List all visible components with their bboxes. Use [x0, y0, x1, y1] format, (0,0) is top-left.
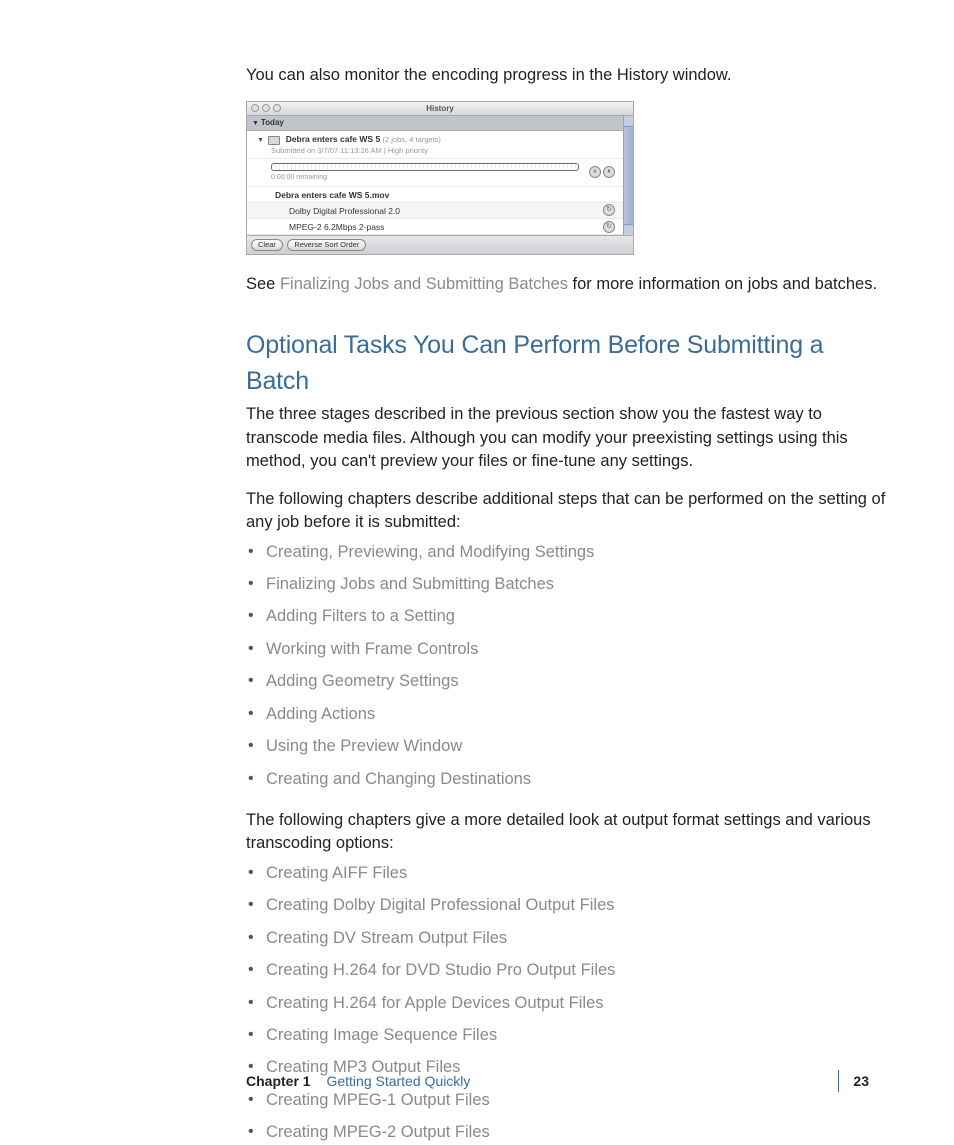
document-page: You can also monitor the encoding progre…	[0, 0, 954, 1145]
traffic-lights	[251, 104, 281, 112]
list-item[interactable]: Creating Image Sequence Files	[246, 1024, 886, 1047]
batch-meta: (2 jobs, 4 targets)	[383, 135, 441, 144]
history-title: History	[426, 104, 454, 113]
reverse-sort-button: Reverse Sort Order	[287, 239, 366, 251]
batch-submitted-line: Submitted on 3/7/07 11:13:26 AM | High p…	[271, 146, 617, 157]
job-name: Debra enters cafe WS 5.mov	[275, 190, 389, 200]
list-item[interactable]: Adding Geometry Settings	[246, 670, 886, 693]
see-link[interactable]: Finalizing Jobs and Submitting Batches	[280, 275, 568, 293]
minimize-icon	[262, 104, 270, 112]
footer-left: Chapter 1 Getting Started Quickly	[246, 1073, 470, 1089]
intro-paragraph: You can also monitor the encoding progre…	[246, 64, 886, 87]
chapter-label: Chapter 1	[246, 1073, 311, 1089]
see-prefix: See	[246, 275, 280, 293]
list-item[interactable]: Adding Actions	[246, 703, 886, 726]
page-number: 23	[853, 1073, 869, 1089]
history-titlebar: History	[247, 102, 633, 116]
camera-icon	[268, 136, 280, 145]
scrollbar	[623, 116, 633, 235]
disclosure-triangle-icon: ▼	[257, 137, 264, 144]
list1-intro-paragraph: The following chapters describe addition…	[246, 488, 886, 535]
pause-icon: ⏸	[603, 166, 615, 178]
progress-row: 0:00:00 remaining × ⏸	[247, 159, 623, 187]
chapter-list-2: Creating AIFF Files Creating Dolby Digit…	[246, 862, 886, 1145]
list-item[interactable]: Using the Preview Window	[246, 735, 886, 758]
list-item[interactable]: Creating H.264 for Apple Devices Output …	[246, 992, 886, 1015]
chapter-list-1: Creating, Previewing, and Modifying Sett…	[246, 541, 886, 791]
list-item[interactable]: Adding Filters to a Setting	[246, 605, 886, 628]
target-row-1: Dolby Digital Professional 2.0 ↻	[247, 203, 623, 219]
target-1-label: Dolby Digital Professional 2.0	[289, 206, 400, 216]
close-icon	[251, 104, 259, 112]
chapter-title: Getting Started Quickly	[326, 1073, 470, 1089]
history-window-screenshot: History Today ▼ Debra enters cafe WS 5 (…	[246, 101, 634, 255]
history-footer: Clear Reverse Sort Order	[247, 235, 633, 254]
heading-followup-paragraph: The three stages described in the previo…	[246, 403, 886, 473]
target-2-label: MPEG-2 6.2Mbps 2-pass	[289, 222, 384, 232]
cancel-icon: ×	[589, 166, 601, 178]
list2-intro-paragraph: The following chapters give a more detai…	[246, 809, 886, 856]
list-item[interactable]: Creating, Previewing, and Modifying Sett…	[246, 541, 886, 564]
zoom-icon	[273, 104, 281, 112]
see-more-paragraph: See Finalizing Jobs and Submitting Batch…	[246, 273, 886, 296]
list-item[interactable]: Creating Dolby Digital Professional Outp…	[246, 894, 886, 917]
list-item[interactable]: Creating MPEG-2 Output Files	[246, 1121, 886, 1144]
time-remaining: 0:00:00 remaining	[271, 173, 617, 183]
list-item[interactable]: Creating and Changing Destinations	[246, 768, 886, 791]
job-row: Debra enters cafe WS 5.mov	[247, 187, 623, 203]
batch-row: ▼ Debra enters cafe WS 5 (2 jobs, 4 targ…	[247, 131, 623, 159]
section-heading: Optional Tasks You Can Perform Before Su…	[246, 328, 886, 399]
target-row-2: MPEG-2 6.2Mbps 2-pass ↻	[247, 219, 623, 235]
page-footer: Chapter 1 Getting Started Quickly 23	[246, 1067, 869, 1095]
clear-button: Clear	[251, 239, 283, 251]
resubmit-icon: ↻	[603, 221, 615, 233]
list-item[interactable]: Finalizing Jobs and Submitting Batches	[246, 573, 886, 596]
list-item[interactable]: Creating DV Stream Output Files	[246, 927, 886, 950]
history-body: Today ▼ Debra enters cafe WS 5 (2 jobs, …	[247, 116, 633, 235]
today-group-header: Today	[247, 116, 623, 131]
footer-right: 23	[838, 1070, 869, 1092]
list-item[interactable]: Creating AIFF Files	[246, 862, 886, 885]
resubmit-icon: ↻	[603, 204, 615, 216]
footer-vertical-rule	[838, 1070, 839, 1092]
batch-name: Debra enters cafe WS 5	[286, 134, 380, 144]
content-column: You can also monitor the encoding progre…	[246, 64, 886, 1145]
progress-bar	[271, 163, 579, 171]
list-item[interactable]: Working with Frame Controls	[246, 638, 886, 661]
see-suffix: for more information on jobs and batches…	[568, 275, 877, 293]
list-item[interactable]: Creating H.264 for DVD Studio Pro Output…	[246, 959, 886, 982]
